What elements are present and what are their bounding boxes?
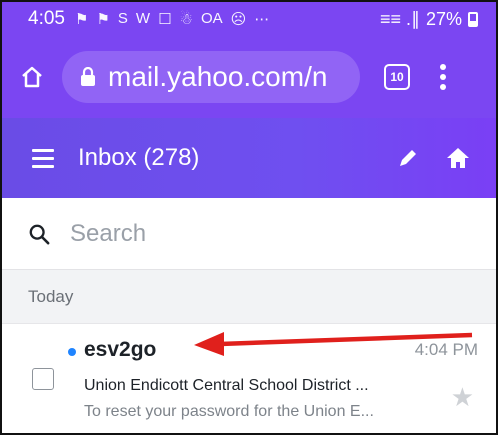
message-time: 4:04 PM (414, 340, 478, 359)
battery-percent: 27% (425, 8, 462, 29)
browser-toolbar: mail.yahoo.com/n 10 (2, 36, 496, 118)
signal-icon: ≡≡ .∥ (379, 8, 420, 29)
message-checkbox[interactable] (32, 368, 54, 390)
notification-icon: ☐ (158, 11, 172, 28)
message-preview: To reset your password for the Union E..… (84, 403, 374, 420)
message-row[interactable]: esv2go 4:04 PM Union Endicott Central Sc… (2, 324, 496, 433)
notification-icon: ⚑ (74, 11, 89, 28)
inbox-title: Inbox (278) (78, 144, 200, 171)
notification-icon: W (135, 10, 151, 27)
search-icon[interactable] (28, 223, 50, 245)
pencil-icon (400, 150, 416, 166)
unread-indicator (68, 348, 76, 356)
system-indicators: ≡≡ .∥ 27% (380, 9, 478, 30)
app-header: Inbox (278) (2, 118, 496, 198)
search-bar (2, 198, 496, 270)
notification-icon: S (117, 10, 128, 27)
message-subject: Union Endicott Central School District .… (84, 377, 369, 394)
notification-icon: ⚑ (96, 11, 110, 28)
browser-home-button[interactable] (2, 65, 62, 89)
hamburger-menu-icon[interactable] (32, 148, 54, 168)
status-bar: 4:05 ⚑ ⚑ S W ☐ ☃ OA ☹ ⋯ ≡≡ .∥ 27% (2, 2, 496, 36)
notification-icon: OA (200, 10, 223, 27)
home-filled-icon (447, 148, 469, 168)
battery-icon (468, 11, 478, 27)
message-sender: esv2go (84, 338, 157, 361)
url-text: mail.yahoo.com/n (108, 61, 328, 92)
home-outline-icon (22, 66, 42, 88)
browser-menu-icon[interactable] (440, 64, 446, 90)
notification-icon: ☃ (179, 11, 193, 28)
more-notifications-icon: ⋯ (254, 11, 270, 28)
app-home-icon[interactable] (446, 146, 470, 170)
search-input[interactable] (70, 219, 450, 248)
lock-icon (81, 67, 95, 86)
tab-switcher-button[interactable]: 10 (384, 64, 410, 90)
phone-screen: 4:05 ⚑ ⚑ S W ☐ ☃ OA ☹ ⋯ ≡≡ .∥ 27% mail.y… (0, 0, 498, 435)
status-time: 4:05 (28, 8, 65, 29)
date-section-header: Today (2, 270, 496, 324)
star-icon[interactable]: ★ (451, 382, 474, 413)
address-bar[interactable]: mail.yahoo.com/n (62, 51, 360, 103)
notification-icon: ☹ (230, 11, 247, 28)
notification-icons: ⚑ ⚑ S W ☐ ☃ OA ☹ ⋯ (75, 10, 269, 28)
compose-pencil-icon[interactable] (396, 146, 420, 170)
section-label: Today (28, 286, 74, 306)
